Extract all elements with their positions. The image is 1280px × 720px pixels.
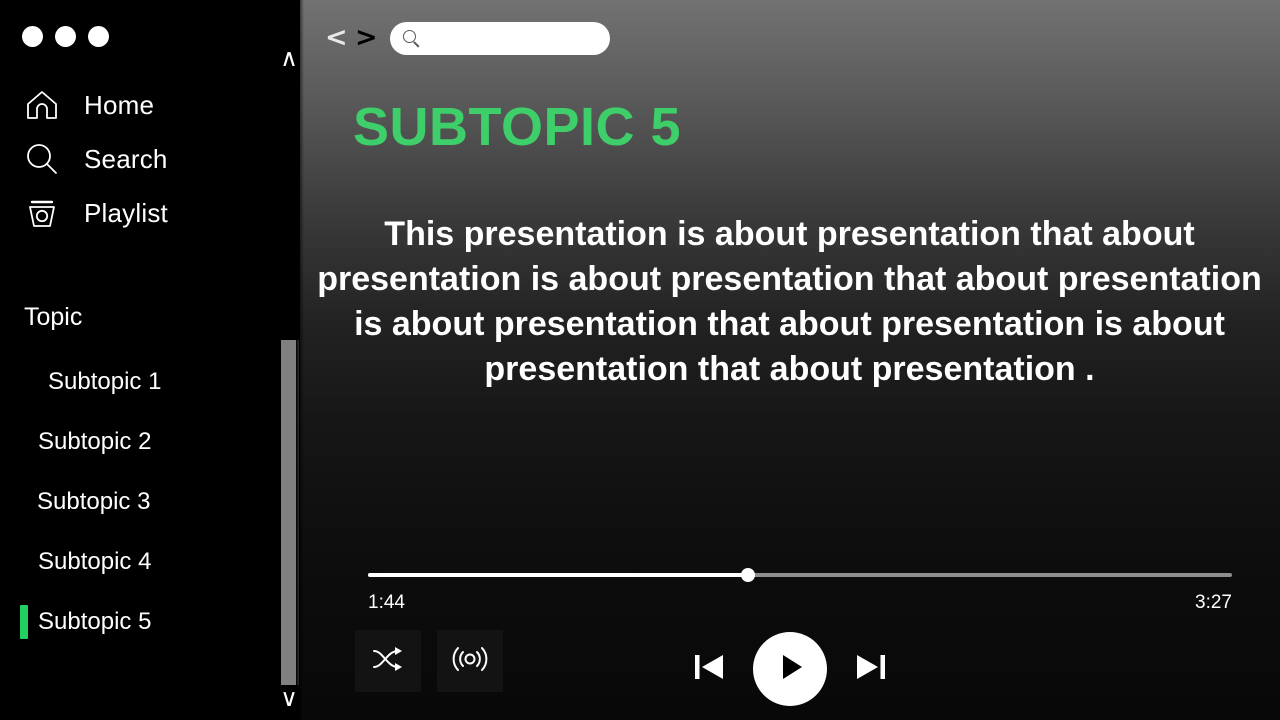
scrollbar-thumb[interactable] (281, 340, 299, 685)
window-dot-3[interactable] (88, 26, 109, 47)
search-bar[interactable] (390, 22, 641, 55)
subtopic-list: Subtopic 1 Subtopic 2 Subtopic 3 Subtopi… (0, 352, 300, 652)
next-button[interactable] (849, 645, 893, 694)
search-icon (402, 29, 422, 49)
progress-bar[interactable] (368, 568, 1232, 582)
subtopic-label: Subtopic 3 (37, 488, 151, 515)
topic-header: Topic (24, 303, 83, 331)
main-content: < > SUBTOPIC 5 This presentation is abou… (300, 0, 1280, 720)
previous-button[interactable] (687, 645, 731, 694)
list-item[interactable]: Subtopic 3 (0, 472, 300, 532)
top-bar: < > (300, 0, 1280, 78)
sidebar: Home Search Playlist Topic Subtopic 1 Su… (0, 0, 300, 720)
sidebar-item-label: Home (84, 89, 155, 120)
play-icon (770, 647, 810, 692)
progress-fill (368, 573, 749, 577)
active-marker (20, 605, 28, 639)
presentation-paragraph: This presentation is about presentation … (317, 215, 1262, 388)
search-icon (22, 139, 62, 179)
subtopic-label: Subtopic 2 (38, 428, 152, 455)
previous-track-icon (687, 645, 731, 694)
next-track-icon (849, 645, 893, 694)
forward-button[interactable]: > (355, 24, 378, 51)
sidebar-item-playlist[interactable]: Playlist (0, 186, 300, 240)
current-time: 1:44 (368, 592, 405, 613)
total-time: 3:27 (1195, 592, 1232, 613)
list-item[interactable]: Subtopic 4 (0, 532, 300, 592)
subtopic-label: Subtopic 1 (48, 368, 162, 395)
music-player-app: Home Search Playlist Topic Subtopic 1 Su… (0, 0, 1280, 720)
player-controls: 1:44 3:27 (300, 540, 1280, 720)
sidebar-item-home[interactable]: Home (0, 78, 300, 132)
subtopic-label: Subtopic 5 (38, 608, 152, 635)
home-icon (22, 85, 62, 125)
page-title: SUBTOPIC 5 (353, 97, 682, 157)
list-item-active[interactable]: Subtopic 5 (0, 592, 300, 652)
chevron-down-icon[interactable]: ∨ (278, 686, 300, 710)
window-controls (22, 26, 109, 47)
progress-thumb[interactable] (741, 568, 756, 582)
back-button[interactable]: < (325, 24, 348, 51)
chevron-up-icon[interactable]: ∧ (278, 46, 300, 70)
sidebar-item-label: Playlist (84, 197, 168, 228)
sidebar-scrollbar: ∧ ∨ (278, 0, 300, 720)
list-item[interactable]: Subtopic 1 (0, 352, 300, 412)
play-button[interactable] (753, 632, 827, 706)
sidebar-nav: Home Search Playlist (0, 78, 300, 240)
sidebar-item-search[interactable]: Search (0, 132, 300, 186)
window-dot-1[interactable] (22, 26, 43, 47)
playlist-icon (22, 193, 62, 233)
window-dot-2[interactable] (55, 26, 76, 47)
list-item[interactable]: Subtopic 2 (0, 412, 300, 472)
subtopic-label: Subtopic 4 (38, 548, 152, 575)
search-input[interactable] (422, 22, 641, 55)
transport-controls (300, 632, 1280, 706)
sidebar-item-label: Search (84, 143, 168, 174)
